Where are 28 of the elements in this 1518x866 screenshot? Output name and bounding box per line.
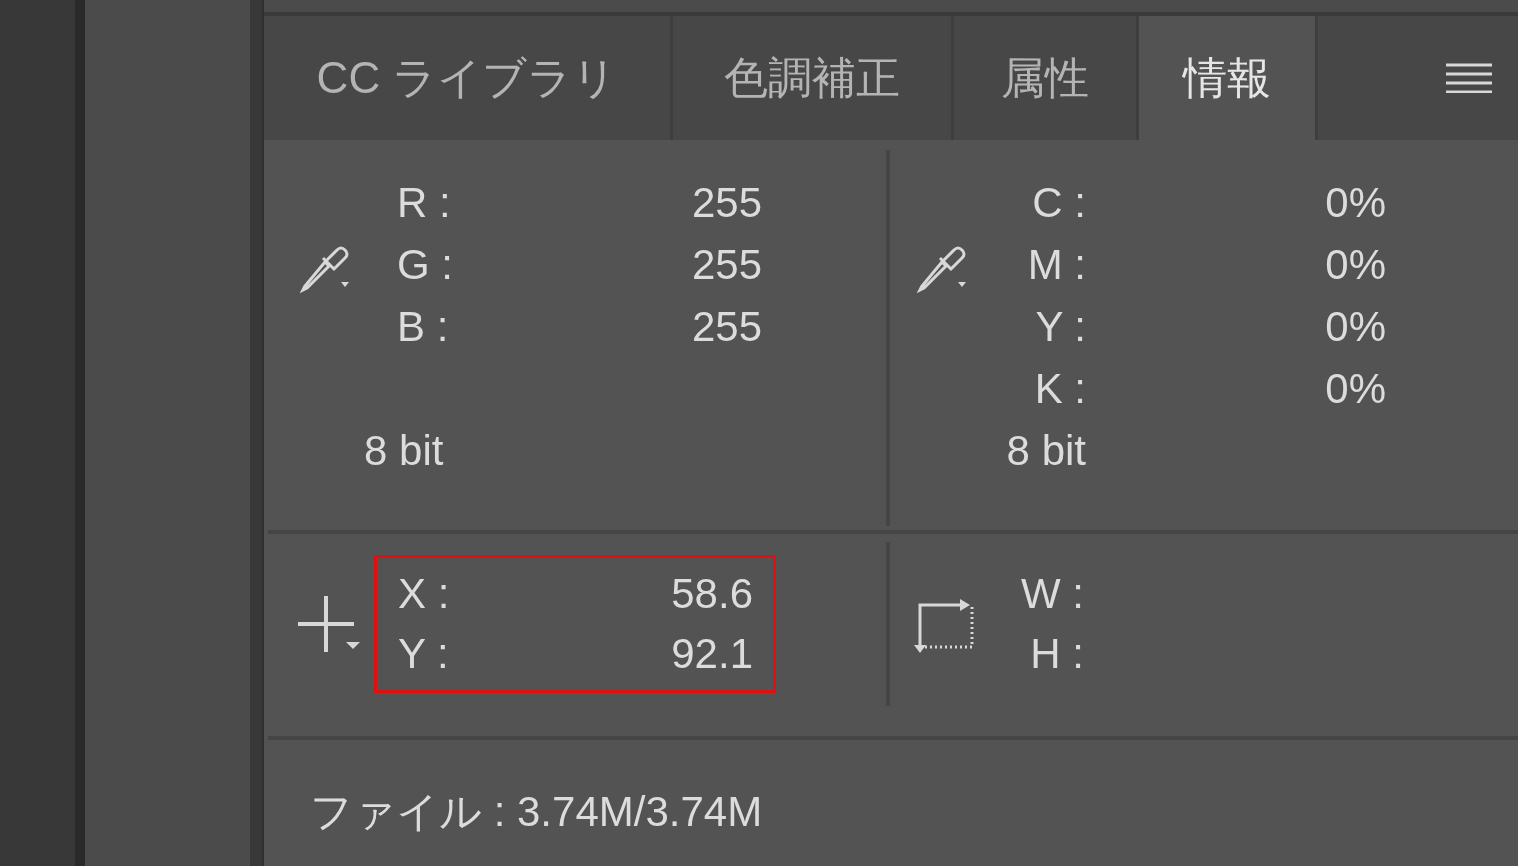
channel-value: 255 [690, 244, 762, 286]
channel-label: K : [1033, 368, 1086, 410]
panel-tab[interactable]: 属性 [954, 16, 1136, 140]
size-label: H : [1029, 633, 1084, 675]
coordinate-label: X : [398, 573, 451, 615]
channel-label: M : [1026, 244, 1086, 286]
channel-label: B : [397, 306, 450, 348]
channel-value: 0% [1324, 306, 1386, 348]
channel-label: Y : [1034, 306, 1086, 348]
file-size-info: ファイル : 3.74M/3.74M [310, 791, 763, 833]
channel-value: 255 [690, 182, 762, 224]
menu-icon[interactable] [1446, 63, 1492, 93]
channel-label: R : [397, 182, 452, 224]
channel-value: 0% [1324, 182, 1386, 224]
channel-value: 255 [690, 306, 762, 348]
channel-label: C : [1031, 182, 1086, 224]
channel-value: 0% [1324, 368, 1386, 410]
coordinate-value: 92.1 [670, 633, 753, 675]
coordinate-label: Y : [398, 633, 450, 675]
panel-tab[interactable]: 色調補正 [673, 16, 951, 140]
panel-tab[interactable]: CC ライブラリ [264, 16, 670, 140]
channel-value: 0% [1324, 244, 1386, 286]
bit-depth: 8 bit [1005, 430, 1086, 472]
channel-label: G : [397, 244, 454, 286]
coordinate-value: 58.6 [670, 573, 753, 615]
panel-tab[interactable]: 情報 [1139, 16, 1315, 140]
bit-depth: 8 bit [364, 430, 444, 472]
size-label: W : [1020, 573, 1084, 615]
